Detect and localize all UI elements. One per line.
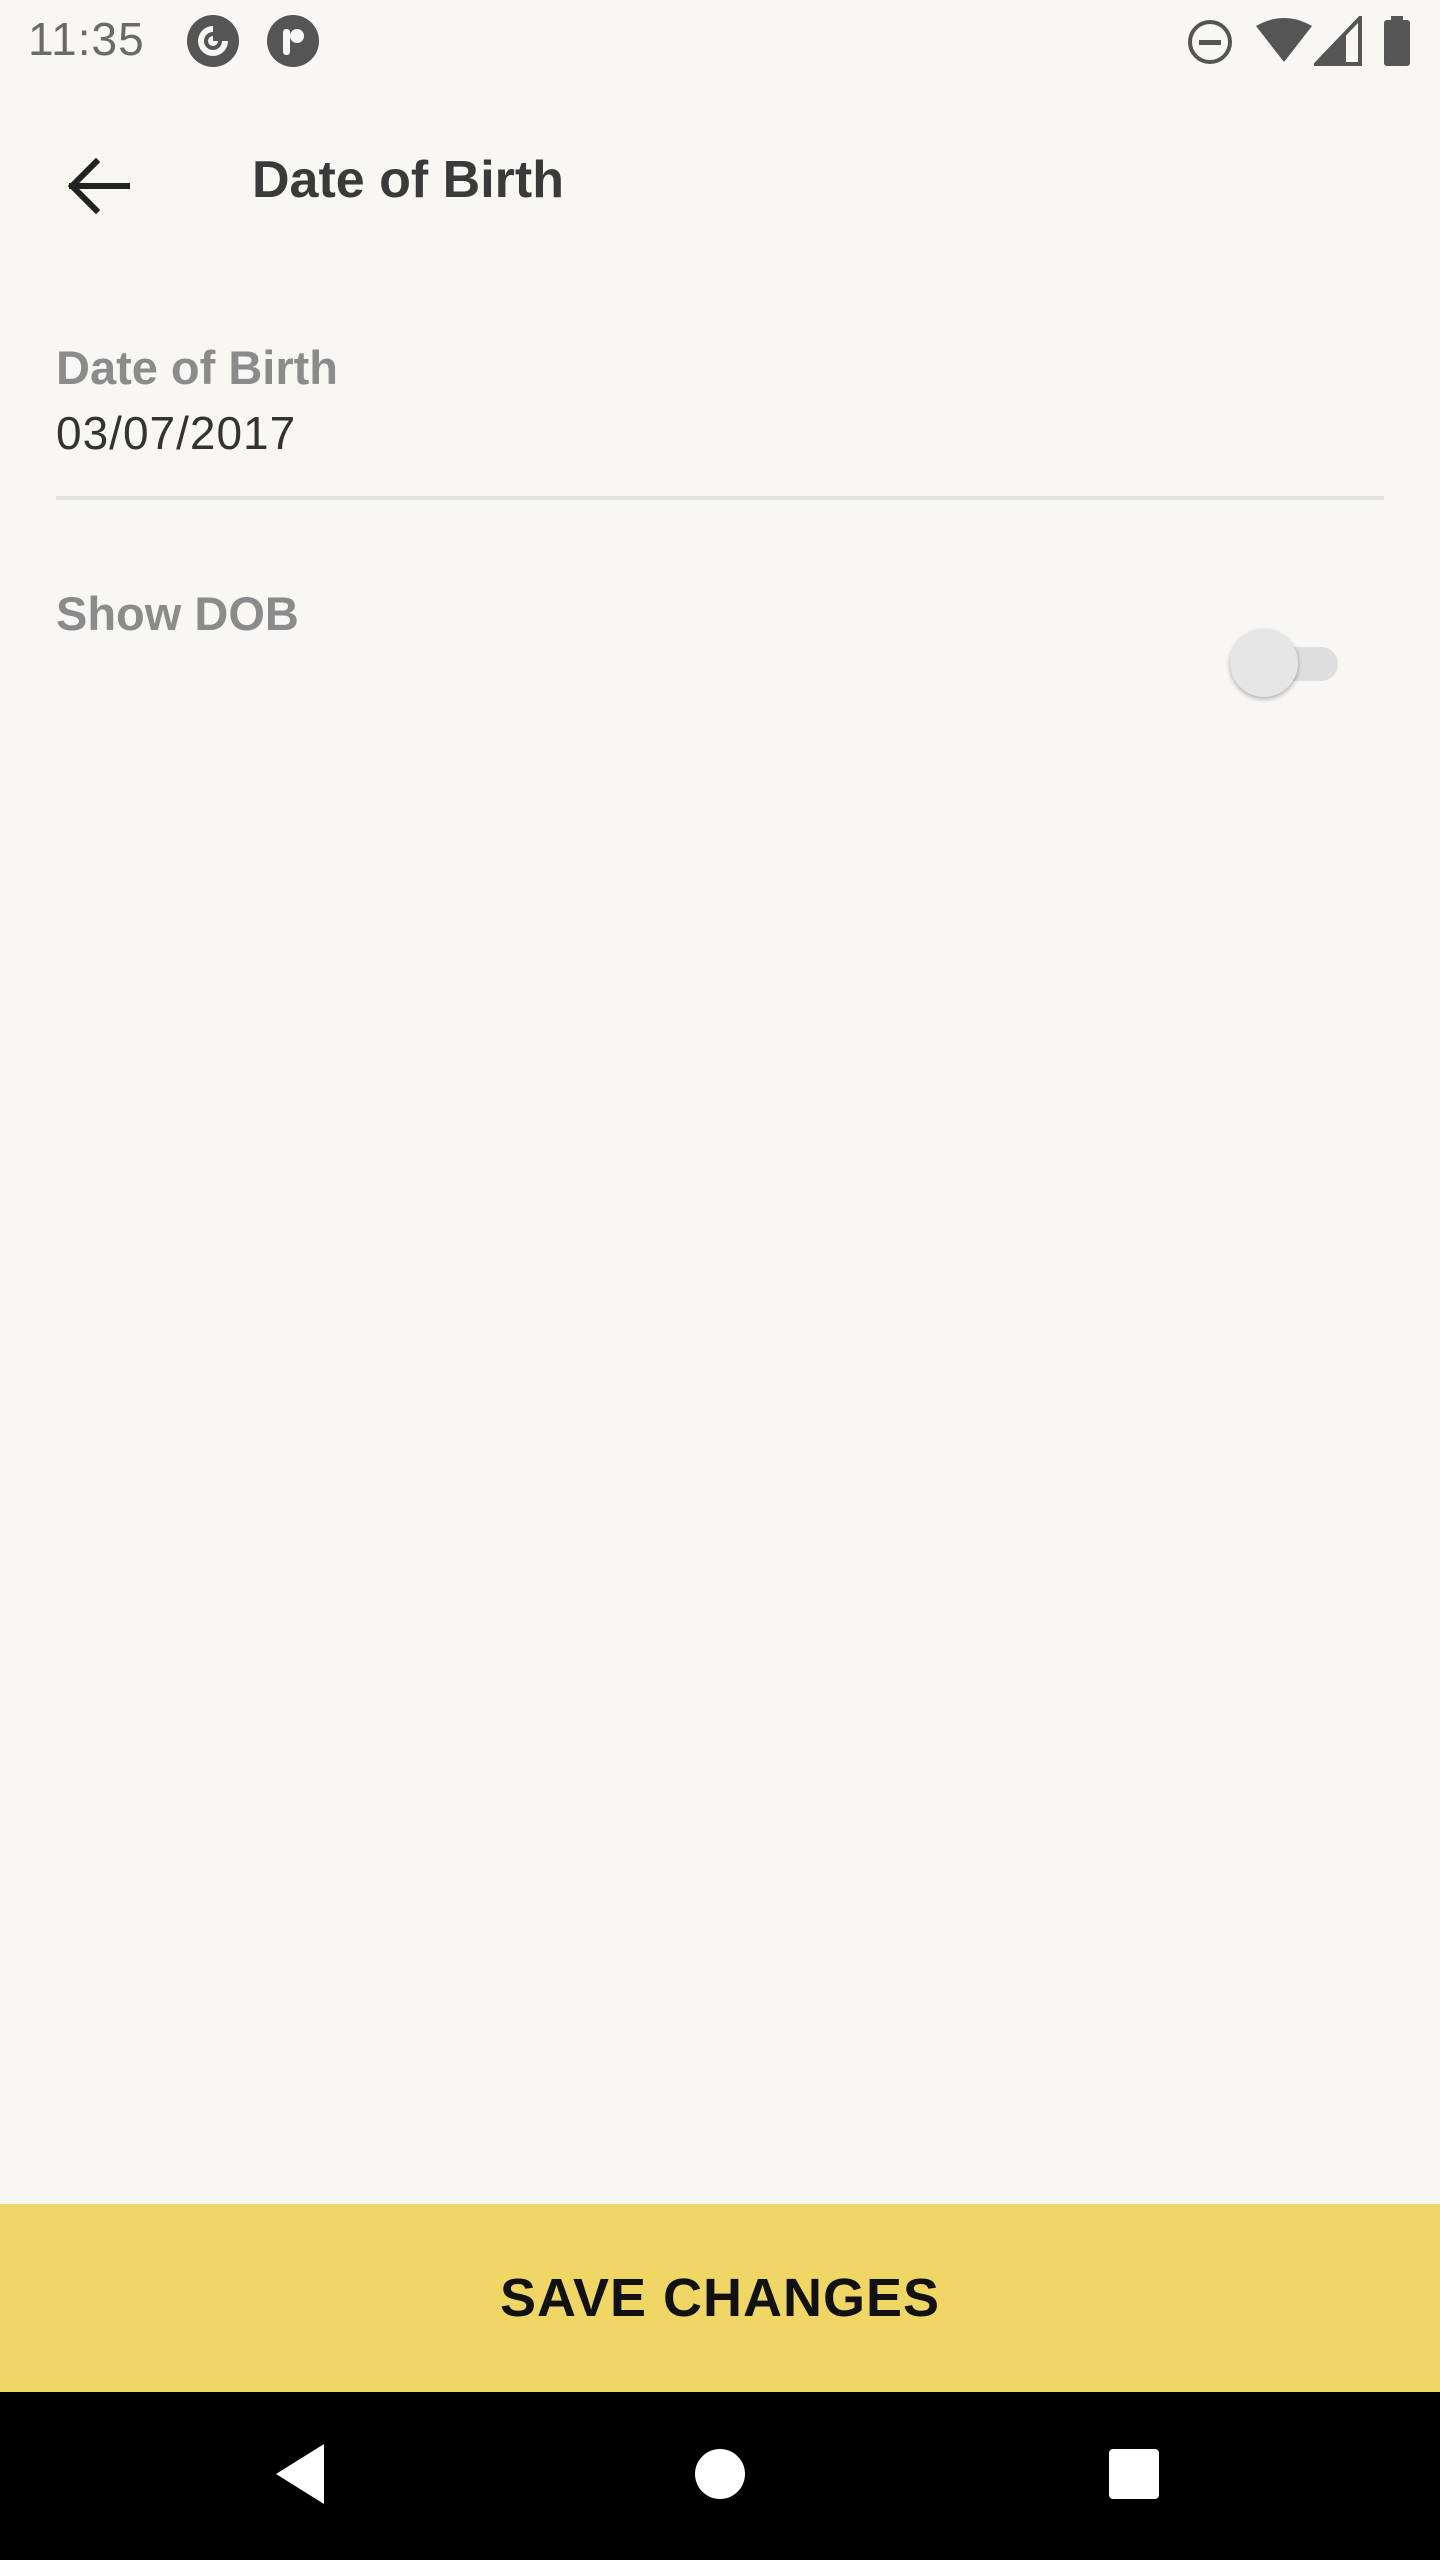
recents-square-icon: [1107, 2447, 1161, 2506]
page-title: Date of Birth: [252, 151, 564, 209]
nav-home-button[interactable]: [670, 2426, 770, 2526]
home-circle-icon: [693, 2447, 747, 2506]
back-button[interactable]: [52, 142, 144, 234]
dob-label: Date of Birth: [56, 341, 338, 394]
arrow-left-icon: [66, 157, 131, 219]
status-bar: 11:35: [0, 0, 1440, 84]
app-bar: Date of Birth: [0, 84, 1440, 280]
nav-back-button[interactable]: [250, 2426, 350, 2526]
battery-icon: [1382, 16, 1412, 71]
system-nav-bar: [0, 2392, 1440, 2560]
nav-recents-button[interactable]: [1084, 2426, 1184, 2526]
wifi-icon: [1256, 18, 1312, 69]
date-of-birth-screen: 11:35 Date of Birth Date of Birth 03/07/…: [0, 0, 1440, 2560]
save-changes-button[interactable]: SAVE CHANGES: [0, 2204, 1440, 2392]
status-time: 11:35: [28, 13, 145, 65]
show-dob-toggle[interactable]: [1228, 628, 1348, 700]
app-r-icon: [266, 14, 320, 68]
dob-value[interactable]: 03/07/2017: [56, 406, 296, 460]
signal-icon: [1311, 13, 1362, 71]
toggle-thumb: [1230, 629, 1298, 697]
dob-field[interactable]: Date of Birth 03/07/2017: [56, 340, 1384, 500]
show-dob-label: Show DOB: [56, 587, 299, 640]
back-triangle-icon: [272, 2442, 328, 2511]
pocket-casts-icon: [186, 14, 240, 68]
do-not-disturb-icon: [1186, 18, 1234, 71]
